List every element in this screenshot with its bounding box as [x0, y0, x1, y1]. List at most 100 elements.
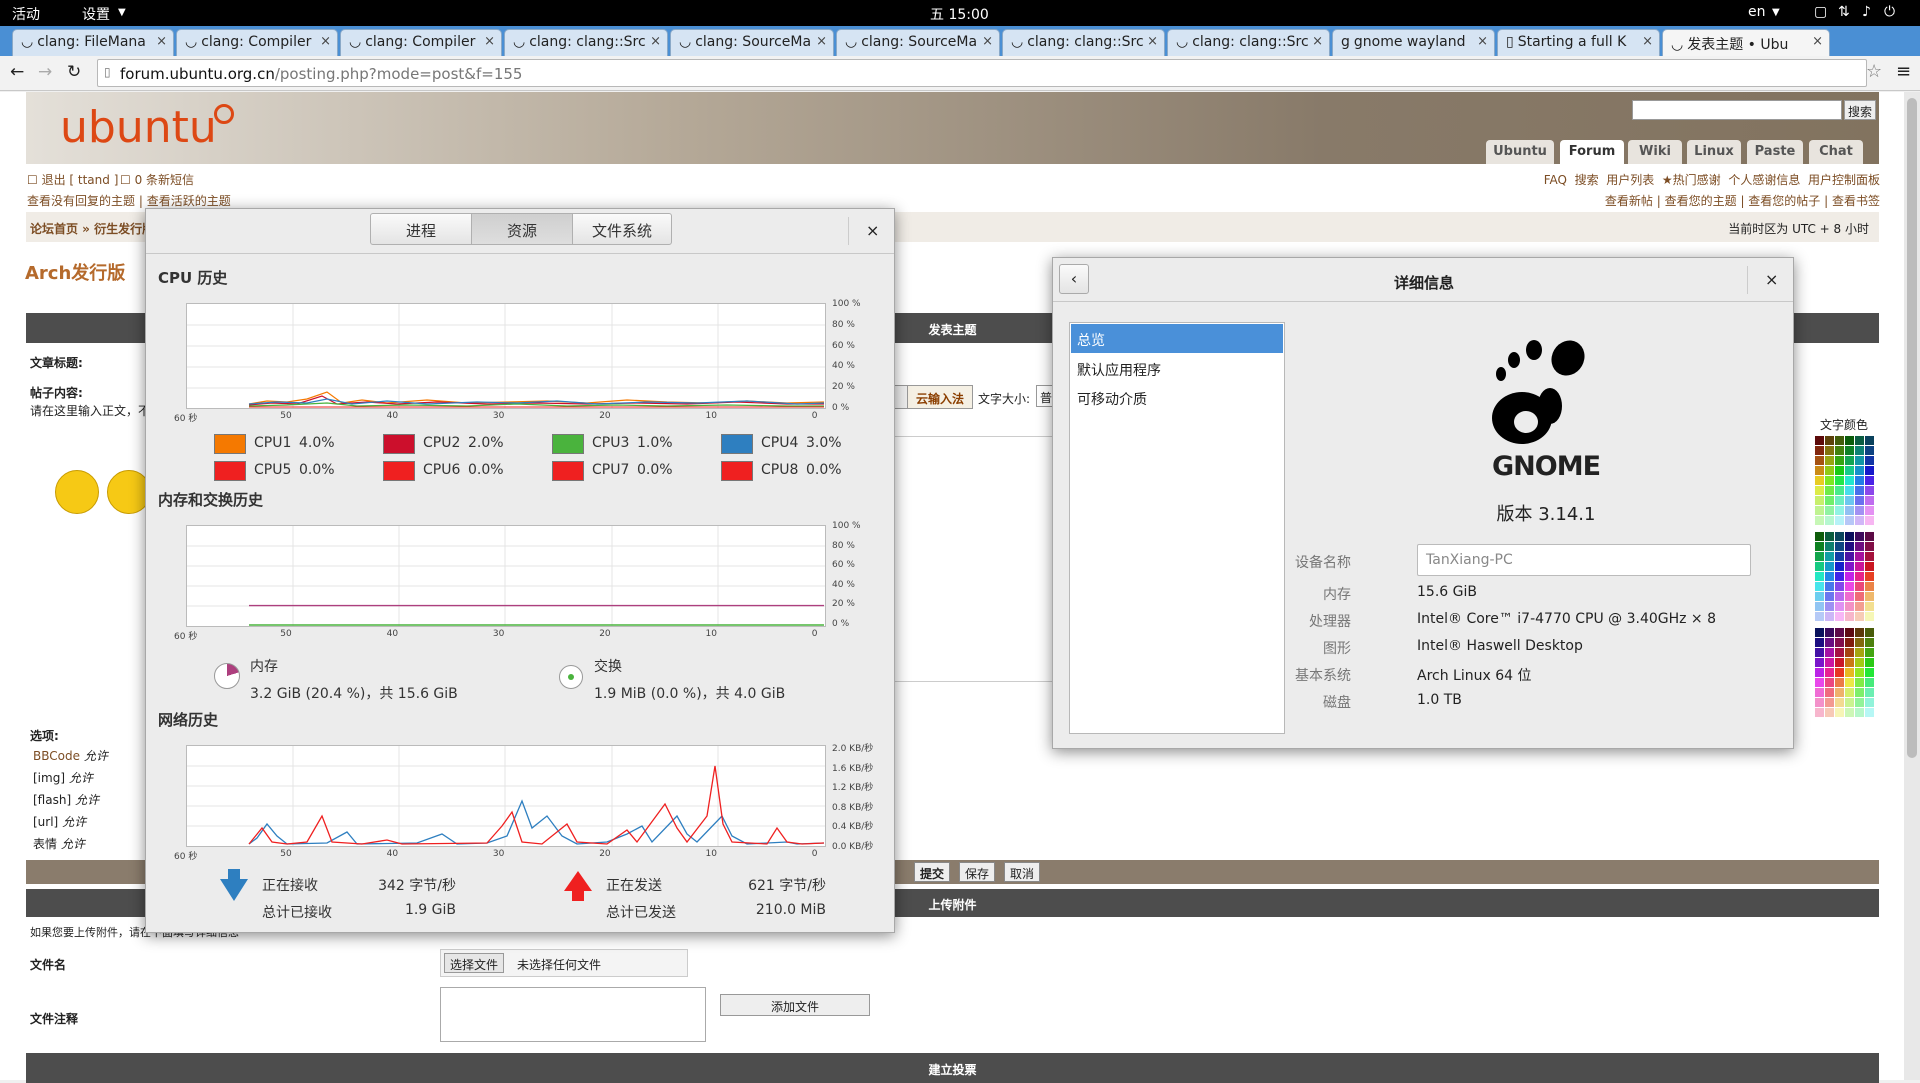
- close-tab-icon[interactable]: ×: [1812, 34, 1823, 49]
- color-swatch[interactable]: [1835, 698, 1844, 707]
- color-swatch[interactable]: [1835, 506, 1844, 515]
- pm-link[interactable]: ☐ 0 条新短信: [120, 171, 194, 188]
- color-swatch[interactable]: [1835, 688, 1844, 697]
- forum-search-input[interactable]: [1632, 100, 1842, 120]
- color-swatch[interactable]: [1815, 542, 1824, 551]
- color-swatch[interactable]: [1855, 486, 1864, 495]
- color-swatch[interactable]: [1865, 456, 1874, 465]
- color-swatch[interactable]: [1855, 658, 1864, 667]
- color-swatch[interactable]: [1865, 562, 1874, 571]
- color-swatch[interactable]: [1855, 446, 1864, 455]
- color-swatch[interactable]: [1815, 592, 1824, 601]
- close-icon[interactable]: ×: [866, 221, 879, 240]
- color-swatch[interactable]: [1855, 678, 1864, 687]
- sidebar-item-default-apps[interactable]: 默认应用程序: [1071, 354, 1283, 383]
- color-swatch[interactable]: [1855, 532, 1864, 541]
- color-swatch[interactable]: [1815, 708, 1824, 717]
- color-swatch[interactable]: [1855, 466, 1864, 475]
- color-swatch[interactable]: [1835, 496, 1844, 505]
- color-swatch[interactable]: [1815, 602, 1824, 611]
- color-palette[interactable]: [1815, 436, 1875, 717]
- color-swatch[interactable]: [1815, 496, 1824, 505]
- color-swatch[interactable]: [1835, 612, 1844, 621]
- color-swatch[interactable]: [1865, 678, 1874, 687]
- app-menu[interactable]: 设置: [82, 4, 110, 24]
- color-swatch[interactable]: [1815, 628, 1824, 637]
- color-swatch[interactable]: [1865, 708, 1874, 717]
- color-swatch[interactable]: [1815, 572, 1824, 581]
- color-swatch[interactable]: [1835, 668, 1844, 677]
- smiley-icon[interactable]: [55, 470, 99, 514]
- color-swatch[interactable]: [1815, 516, 1824, 525]
- color-swatch[interactable]: [1865, 688, 1874, 697]
- close-tab-icon[interactable]: ×: [156, 34, 167, 49]
- color-swatch[interactable]: [1825, 516, 1834, 525]
- color-swatch[interactable]: [1825, 542, 1834, 551]
- browser-tab[interactable]: ◡ clang: clang::Src ×: [504, 29, 668, 56]
- breadcrumb[interactable]: 论坛首页 » 衍生发行版: [30, 220, 154, 237]
- color-swatch[interactable]: [1835, 658, 1844, 667]
- color-swatch[interactable]: [1865, 602, 1874, 611]
- close-tab-icon[interactable]: ×: [982, 34, 993, 49]
- color-swatch[interactable]: [1865, 532, 1874, 541]
- color-swatch[interactable]: [1845, 436, 1854, 445]
- color-swatch[interactable]: [1855, 516, 1864, 525]
- color-swatch[interactable]: [1845, 456, 1854, 465]
- cpu-color-swatch[interactable]: [383, 434, 415, 454]
- color-swatch[interactable]: [1865, 446, 1874, 455]
- nav-tab-wiki[interactable]: Wiki: [1628, 140, 1682, 164]
- color-swatch[interactable]: [1865, 612, 1874, 621]
- color-swatch[interactable]: [1855, 688, 1864, 697]
- color-swatch[interactable]: [1835, 562, 1844, 571]
- color-swatch[interactable]: [1855, 592, 1864, 601]
- color-swatch[interactable]: [1825, 708, 1834, 717]
- color-swatch[interactable]: [1835, 602, 1844, 611]
- color-swatch[interactable]: [1855, 552, 1864, 561]
- color-swatch[interactable]: [1825, 628, 1834, 637]
- color-swatch[interactable]: [1845, 638, 1854, 647]
- menu-icon[interactable]: ≡: [1896, 61, 1911, 82]
- color-swatch[interactable]: [1855, 582, 1864, 591]
- color-swatch[interactable]: [1825, 638, 1834, 647]
- color-swatch[interactable]: [1845, 648, 1854, 657]
- nav-tab-paste[interactable]: Paste: [1747, 140, 1803, 164]
- color-swatch[interactable]: [1865, 516, 1874, 525]
- color-swatch[interactable]: [1865, 648, 1874, 657]
- color-swatch[interactable]: [1845, 668, 1854, 677]
- nav-tab-linux[interactable]: Linux: [1687, 140, 1741, 164]
- color-swatch[interactable]: [1865, 582, 1874, 591]
- back-icon[interactable]: ←: [10, 62, 24, 82]
- color-swatch[interactable]: [1825, 552, 1834, 561]
- window-icon[interactable]: ▢: [1814, 4, 1827, 20]
- volume-icon[interactable]: ♪: [1862, 4, 1871, 20]
- color-swatch[interactable]: [1815, 562, 1824, 571]
- clock[interactable]: 五 15:00: [930, 4, 989, 24]
- color-swatch[interactable]: [1865, 668, 1874, 677]
- color-swatch[interactable]: [1845, 552, 1854, 561]
- color-swatch[interactable]: [1825, 592, 1834, 601]
- color-swatch[interactable]: [1825, 582, 1834, 591]
- close-tab-icon[interactable]: ×: [484, 34, 495, 49]
- color-swatch[interactable]: [1865, 496, 1874, 505]
- color-swatch[interactable]: [1835, 456, 1844, 465]
- save-button[interactable]: 保存: [959, 862, 995, 882]
- color-swatch[interactable]: [1855, 708, 1864, 717]
- color-swatch[interactable]: [1835, 436, 1844, 445]
- browser-tab[interactable]: ◡ clang: Compiler ×: [176, 29, 338, 56]
- nav-tab-chat[interactable]: Chat: [1809, 140, 1863, 164]
- color-swatch[interactable]: [1815, 486, 1824, 495]
- language-indicator[interactable]: en: [1748, 4, 1766, 20]
- color-swatch[interactable]: [1845, 506, 1854, 515]
- color-swatch[interactable]: [1845, 562, 1854, 571]
- color-swatch[interactable]: [1845, 572, 1854, 581]
- power-icon[interactable]: ⏻: [1884, 4, 1895, 20]
- color-swatch[interactable]: [1835, 542, 1844, 551]
- cpu-color-swatch[interactable]: [214, 434, 246, 454]
- color-swatch[interactable]: [1825, 562, 1834, 571]
- browser-tab[interactable]: ◡ clang: clang::Src ×: [1002, 29, 1165, 56]
- color-swatch[interactable]: [1835, 648, 1844, 657]
- close-tab-icon[interactable]: ×: [1642, 34, 1653, 49]
- close-tab-icon[interactable]: ×: [320, 34, 331, 49]
- color-swatch[interactable]: [1815, 552, 1824, 561]
- color-swatch[interactable]: [1835, 476, 1844, 485]
